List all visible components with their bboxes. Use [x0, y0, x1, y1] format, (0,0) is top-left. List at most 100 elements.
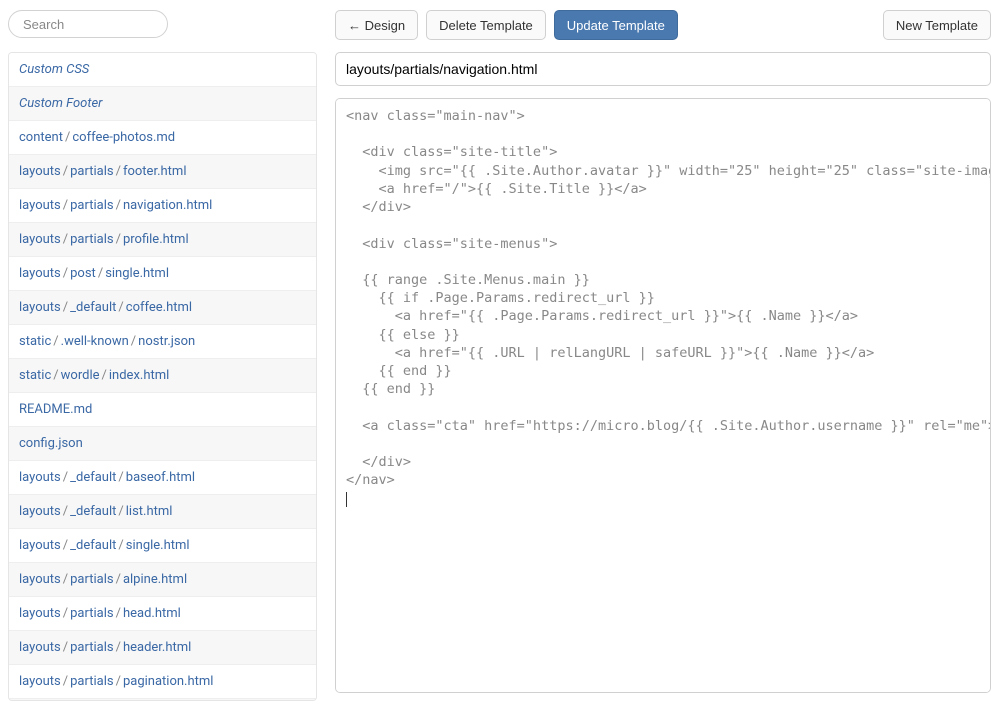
path-segment: layouts [19, 300, 61, 315]
path-separator: / [114, 606, 123, 621]
path-segment: partials [70, 674, 113, 689]
path-separator: / [96, 266, 105, 281]
path-segment: .well-known [61, 334, 129, 349]
path-segment: static [19, 334, 51, 349]
sidebar-item-layouts-partials-pagination-html[interactable]: layouts/partials/pagination.html [9, 665, 316, 699]
path-separator: / [100, 368, 109, 383]
path-segment: layouts [19, 198, 61, 213]
sidebar-item-layouts-partials-alpine-html[interactable]: layouts/partials/alpine.html [9, 563, 316, 597]
path-segment: layouts [19, 674, 61, 689]
path-segment: single.html [105, 266, 169, 281]
path-segment: _default [70, 504, 116, 519]
path-separator: / [114, 232, 123, 247]
path-segment: partials [70, 232, 113, 247]
path-segment: coffee.html [126, 300, 192, 315]
sidebar: Custom CSSCustom Footercontent/coffee-ph… [0, 0, 325, 701]
path-segment: coffee-photos.md [72, 130, 175, 145]
search-input[interactable] [8, 10, 168, 38]
path-segment: layouts [19, 164, 61, 179]
template-path-input[interactable] [335, 52, 991, 86]
path-segment: list.html [126, 504, 173, 519]
path-segment: head.html [123, 606, 181, 621]
path-separator: / [61, 504, 70, 519]
path-separator: / [51, 334, 60, 349]
path-separator: / [114, 640, 123, 655]
path-segment: baseof.html [126, 470, 195, 485]
path-separator: / [61, 572, 70, 587]
new-template-button[interactable]: New Template [883, 10, 991, 40]
path-segment: layouts [19, 640, 61, 655]
path-separator: / [61, 470, 70, 485]
path-separator: / [114, 572, 123, 587]
sidebar-item-layouts-partials-head-html[interactable]: layouts/partials/head.html [9, 597, 316, 631]
update-template-button[interactable]: Update Template [554, 10, 678, 40]
path-segment: wordle [61, 368, 100, 383]
path-separator: / [61, 232, 70, 247]
path-segment: layouts [19, 470, 61, 485]
template-editor[interactable]: <nav class="main-nav"> <div class="site-… [335, 98, 991, 693]
path-segment: partials [70, 640, 113, 655]
path-separator: / [61, 674, 70, 689]
path-segment: partials [70, 198, 113, 213]
sidebar-item-layouts-partials-footer-html[interactable]: layouts/partials/footer.html [9, 155, 316, 189]
path-segment: navigation.html [123, 198, 212, 213]
path-separator: / [114, 164, 123, 179]
sidebar-item-static-well-known-nostr-json[interactable]: static/.well-known/nostr.json [9, 325, 316, 359]
path-separator: / [61, 266, 70, 281]
path-segment: post [70, 266, 96, 281]
path-separator: / [61, 300, 70, 315]
path-segment: alpine.html [123, 572, 187, 587]
path-segment: profile.html [123, 232, 189, 247]
path-segment: layouts [19, 232, 61, 247]
path-segment: _default [70, 300, 116, 315]
sidebar-item-layouts-_default-baseof-html[interactable]: layouts/_default/baseof.html [9, 461, 316, 495]
path-segment: index.html [109, 368, 169, 383]
sidebar-item-label: config.json [19, 436, 83, 451]
path-segment: _default [70, 538, 116, 553]
path-segment: content [19, 130, 63, 145]
path-segment: partials [70, 572, 113, 587]
sidebar-item-custom-footer[interactable]: Custom Footer [9, 87, 316, 121]
path-segment: footer.html [123, 164, 187, 179]
sidebar-item-layouts-_default-list-html[interactable]: layouts/_default/list.html [9, 495, 316, 529]
path-separator: / [61, 538, 70, 553]
sidebar-item-layouts-post-single-html[interactable]: layouts/post/single.html [9, 257, 316, 291]
sidebar-item-layouts-partials-header-html[interactable]: layouts/partials/header.html [9, 631, 316, 665]
path-segment: layouts [19, 606, 61, 621]
sidebar-item-layouts-_default-single-html[interactable]: layouts/_default/single.html [9, 529, 316, 563]
sidebar-item-layouts-_default-coffee-html[interactable]: layouts/_default/coffee.html [9, 291, 316, 325]
path-separator: / [116, 504, 125, 519]
path-separator: / [61, 606, 70, 621]
path-separator: / [61, 640, 70, 655]
path-segment: layouts [19, 572, 61, 587]
path-separator: / [116, 470, 125, 485]
path-segment: header.html [123, 640, 191, 655]
path-segment: partials [70, 164, 113, 179]
path-segment: static [19, 368, 51, 383]
path-segment: layouts [19, 538, 61, 553]
path-segment: nostr.json [138, 334, 195, 349]
sidebar-item-layouts-partials-navigation-html[interactable]: layouts/partials/navigation.html [9, 189, 316, 223]
text-cursor [346, 492, 347, 507]
back-design-button[interactable]: ← Design [335, 10, 418, 40]
sidebar-item-static-wordle-index-html[interactable]: static/wordle/index.html [9, 359, 316, 393]
path-segment: single.html [126, 538, 190, 553]
toolbar: ← Design Delete Template Update Template… [335, 10, 991, 40]
sidebar-item-content-coffee-photos-md[interactable]: content/coffee-photos.md [9, 121, 316, 155]
main-panel: ← Design Delete Template Update Template… [325, 0, 999, 701]
path-separator: / [61, 164, 70, 179]
sidebar-item-custom-css[interactable]: Custom CSS [9, 53, 316, 87]
file-list: Custom CSSCustom Footercontent/coffee-ph… [8, 52, 317, 701]
path-separator: / [114, 198, 123, 213]
path-segment: _default [70, 470, 116, 485]
sidebar-item-config-json[interactable]: config.json [9, 427, 316, 461]
sidebar-item-readme-md[interactable]: README.md [9, 393, 316, 427]
delete-template-button[interactable]: Delete Template [426, 10, 546, 40]
sidebar-item-label: README.md [19, 402, 92, 417]
path-separator: / [114, 674, 123, 689]
path-segment: partials [70, 606, 113, 621]
path-separator: / [63, 130, 72, 145]
path-separator: / [61, 198, 70, 213]
sidebar-item-layouts-partials-profile-html[interactable]: layouts/partials/profile.html [9, 223, 316, 257]
path-separator: / [129, 334, 138, 349]
